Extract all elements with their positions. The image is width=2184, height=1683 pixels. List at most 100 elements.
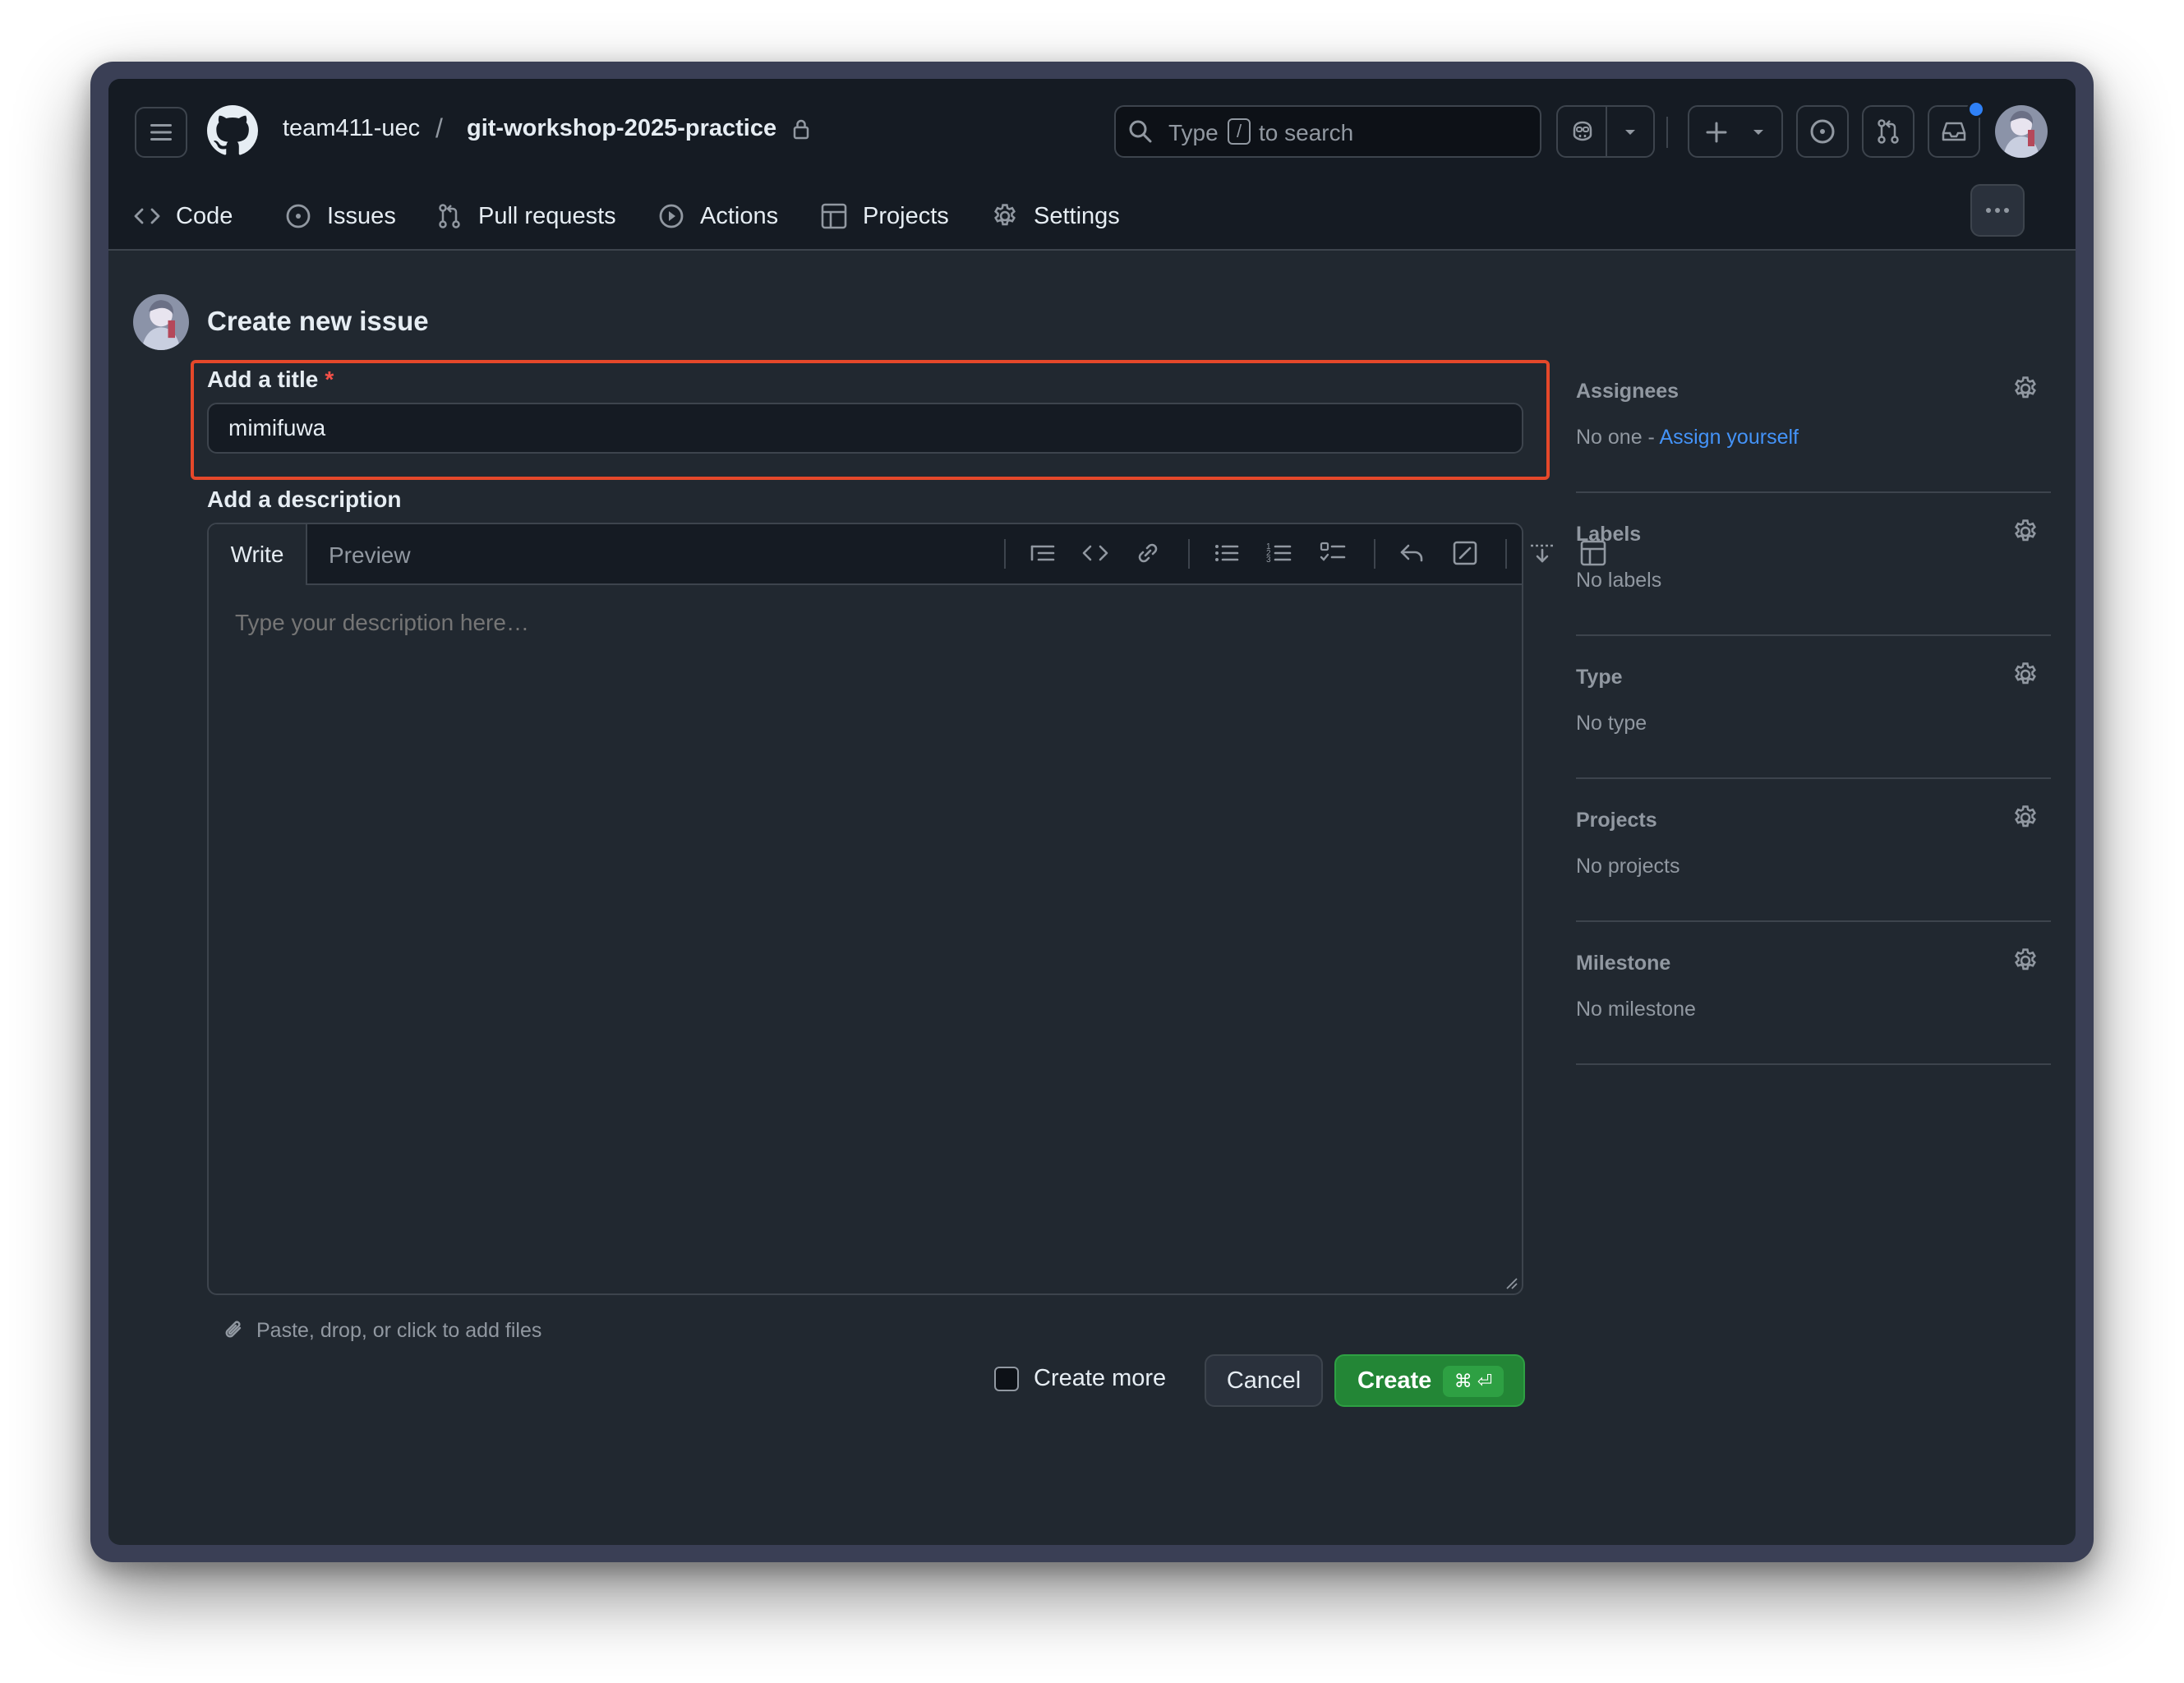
user-avatar[interactable] — [1995, 105, 2048, 158]
assignees-none: No one - — [1576, 426, 1660, 449]
ordered-list-icon[interactable]: 123 — [1265, 539, 1293, 567]
author-avatar — [133, 294, 189, 350]
tab-label: Pull requests — [478, 202, 616, 229]
more-options-button[interactable] — [1970, 184, 2025, 237]
search-shortcut-key: / — [1228, 118, 1251, 145]
search-box[interactable]: Type / to search — [1114, 105, 1541, 158]
git-pull-request-icon — [439, 204, 460, 228]
inbox-icon — [1942, 122, 1966, 141]
your-issues-button[interactable] — [1796, 105, 1849, 158]
repo-nav-tabs: Code Issues Pull requests Actions Projec… — [108, 184, 2076, 248]
gear-icon[interactable] — [2011, 947, 2039, 975]
tab-label: Code — [176, 202, 233, 229]
attach-files-hint[interactable]: Paste, drop, or click to add files — [223, 1318, 541, 1343]
tab-label: Settings — [1034, 202, 1120, 229]
copilot-icon — [1573, 121, 1592, 141]
global-nav: team411-uec / git-workshop-2025-practice… — [108, 79, 2076, 184]
create-shortcut: ⌘ ⏎ — [1443, 1366, 1504, 1397]
code-icon — [134, 208, 160, 224]
milestone-label: Milestone — [1576, 952, 1671, 975]
issue-opened-icon — [1810, 119, 1835, 144]
copilot-button[interactable] — [1556, 105, 1655, 158]
chevron-down-icon — [1753, 130, 1763, 135]
create-button[interactable]: Create ⌘ ⏎ — [1334, 1354, 1525, 1407]
tab-write[interactable]: Write — [209, 524, 307, 585]
sidebar-milestone: Milestone No milestone — [1576, 922, 2051, 1065]
description-textarea[interactable] — [209, 585, 1522, 1293]
create-more-checkbox[interactable] — [994, 1366, 1019, 1391]
chevron-down-icon[interactable] — [1622, 127, 1638, 138]
repo-owner-link[interactable]: team411-uec — [283, 115, 420, 142]
fold-down-icon[interactable] — [1528, 539, 1556, 567]
create-more-option[interactable]: Create more — [994, 1365, 1166, 1392]
type-label: Type — [1576, 666, 1623, 689]
toolbar-divider — [1505, 539, 1507, 569]
task-list-icon[interactable] — [1320, 539, 1348, 567]
projects-label: Projects — [1576, 809, 1657, 832]
create-new-button[interactable] — [1688, 105, 1783, 158]
tab-code[interactable]: Code — [133, 184, 233, 248]
toolbar-divider — [1188, 539, 1190, 569]
github-logo-icon[interactable] — [207, 105, 258, 156]
paperclip-icon — [225, 1321, 242, 1338]
tab-projects[interactable]: Projects — [820, 184, 949, 248]
lock-icon — [793, 119, 809, 140]
unordered-list-icon[interactable] — [1213, 539, 1241, 567]
assignees-label: Assignees — [1576, 380, 1679, 403]
repo-header: team411-uec / git-workshop-2025-practice… — [108, 79, 2076, 251]
link-icon[interactable] — [1134, 539, 1162, 567]
cross-reference-icon[interactable] — [1451, 539, 1479, 567]
tab-settings[interactable]: Settings — [991, 184, 1120, 248]
gear-icon[interactable] — [2011, 375, 2039, 403]
projects-value: No projects — [1576, 855, 1680, 878]
kebab-horizontal-icon — [1986, 208, 2009, 213]
tab-preview[interactable]: Preview — [329, 542, 411, 569]
required-mark: * — [325, 367, 334, 392]
git-pull-request-icon — [1878, 119, 1899, 144]
resize-handle-icon[interactable] — [1504, 1275, 1518, 1290]
sidebar-assignees: Assignees No one - Assign yourself — [1576, 350, 2051, 493]
hamburger-icon — [150, 124, 172, 141]
toolbar-divider — [1374, 539, 1375, 569]
editor-toolbar: Write Preview 123 — [209, 524, 1606, 585]
svg-text:3: 3 — [1266, 556, 1271, 565]
gear-icon[interactable] — [2011, 518, 2039, 546]
title-label: Add a title * — [207, 367, 334, 393]
notification-dot — [1967, 100, 1985, 118]
path-separator: / — [435, 113, 443, 143]
repo-name-link[interactable]: git-workshop-2025-practice — [467, 115, 776, 142]
issue-opened-icon — [286, 204, 311, 228]
menu-button[interactable] — [135, 107, 187, 158]
browser-window: team411-uec / git-workshop-2025-practice… — [108, 79, 2076, 1545]
assignees-value: No one - Assign yourself — [1576, 426, 1799, 450]
labels-value: No labels — [1576, 569, 1662, 592]
gear-icon[interactable] — [2011, 804, 2039, 832]
title-label-text: Add a title — [207, 367, 319, 392]
milestone-value: No milestone — [1576, 998, 1696, 1021]
create-more-label: Create more — [1034, 1365, 1167, 1391]
title-input[interactable] — [207, 403, 1523, 454]
tab-label: Actions — [700, 202, 779, 229]
gear-icon — [994, 204, 1016, 226]
copilot-divider — [1606, 107, 1607, 156]
gear-icon[interactable] — [2011, 661, 2039, 689]
assign-yourself-link[interactable]: Assign yourself — [1659, 426, 1799, 449]
toolbar-divider — [1004, 539, 1006, 569]
cancel-button[interactable]: Cancel — [1205, 1354, 1323, 1407]
tab-actions[interactable]: Actions — [657, 184, 778, 248]
tab-pull-requests[interactable]: Pull requests — [435, 184, 616, 248]
page-title: Create new issue — [207, 306, 429, 336]
sidebar-type: Type No type — [1576, 636, 2051, 779]
labels-label: Labels — [1576, 523, 1642, 546]
type-value: No type — [1576, 712, 1647, 735]
search-placeholder-suffix: to search — [1259, 120, 1354, 145]
heading-icon[interactable] — [1029, 539, 1057, 567]
code-icon[interactable] — [1081, 539, 1109, 567]
tab-issues[interactable]: Issues — [284, 184, 396, 248]
reply-icon[interactable] — [1398, 539, 1426, 567]
plus-icon — [1706, 122, 1727, 143]
create-button-label: Create — [1357, 1367, 1432, 1394]
attach-files-text: Paste, drop, or click to add files — [256, 1318, 542, 1342]
your-pull-requests-button[interactable] — [1862, 105, 1914, 158]
description-label: Add a description — [207, 486, 402, 512]
